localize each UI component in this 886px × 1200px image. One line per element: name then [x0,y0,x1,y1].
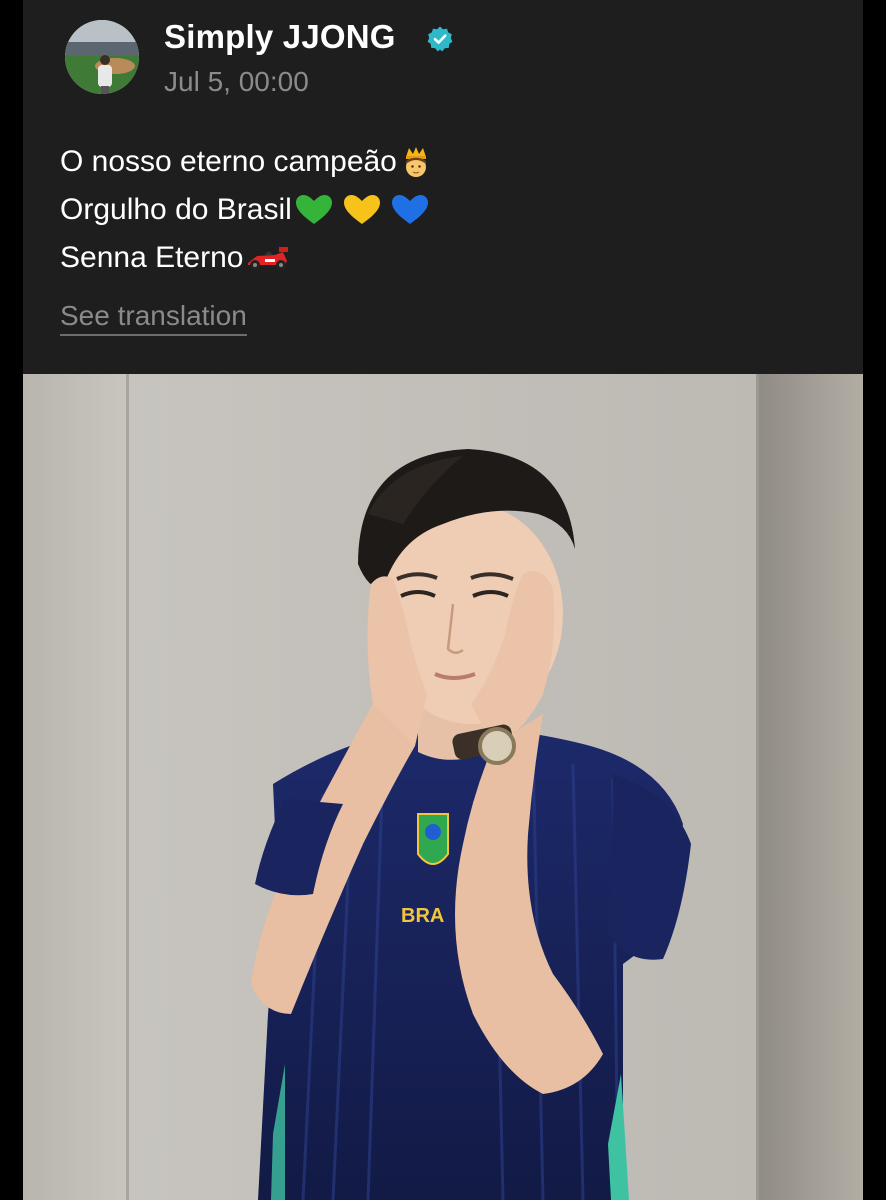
post-timestamp: Jul 5, 00:00 [164,66,309,97]
see-translation-link[interactable]: See translation [60,300,247,336]
verified-badge-icon [427,26,453,52]
post-line-text: O nosso eterno campeão [60,145,397,178]
post-photo-image: BRA [23,374,863,1200]
author-name[interactable]: Simply JJONG [164,18,396,56]
post-line-3: Senna Eterno [60,234,433,282]
post-body: O nosso eterno campeão Orgulho do Brasil [60,138,433,282]
race-car-icon [248,247,289,270]
post-card[interactable]: Simply JJONG Jul 5, 00:00 O nosso eterno… [23,0,863,1200]
post-header: Simply JJONG Jul 5, 00:00 [23,0,863,110]
post-line-text: Orgulho do Brasil [60,193,292,226]
jersey-text: BRA [401,905,444,927]
post-line-1: O nosso eterno campeão [60,138,433,186]
avatar-image [65,20,139,94]
blue-heart-icon [391,195,428,224]
green-heart-icon [295,195,332,224]
post-line-2: Orgulho do Brasil [60,186,433,234]
crowned-person-icon [405,147,426,177]
post-photo[interactable]: BRA [23,374,863,1200]
post-line-text: Senna Eterno [60,241,244,274]
avatar[interactable] [65,20,139,94]
yellow-heart-icon [343,195,380,224]
